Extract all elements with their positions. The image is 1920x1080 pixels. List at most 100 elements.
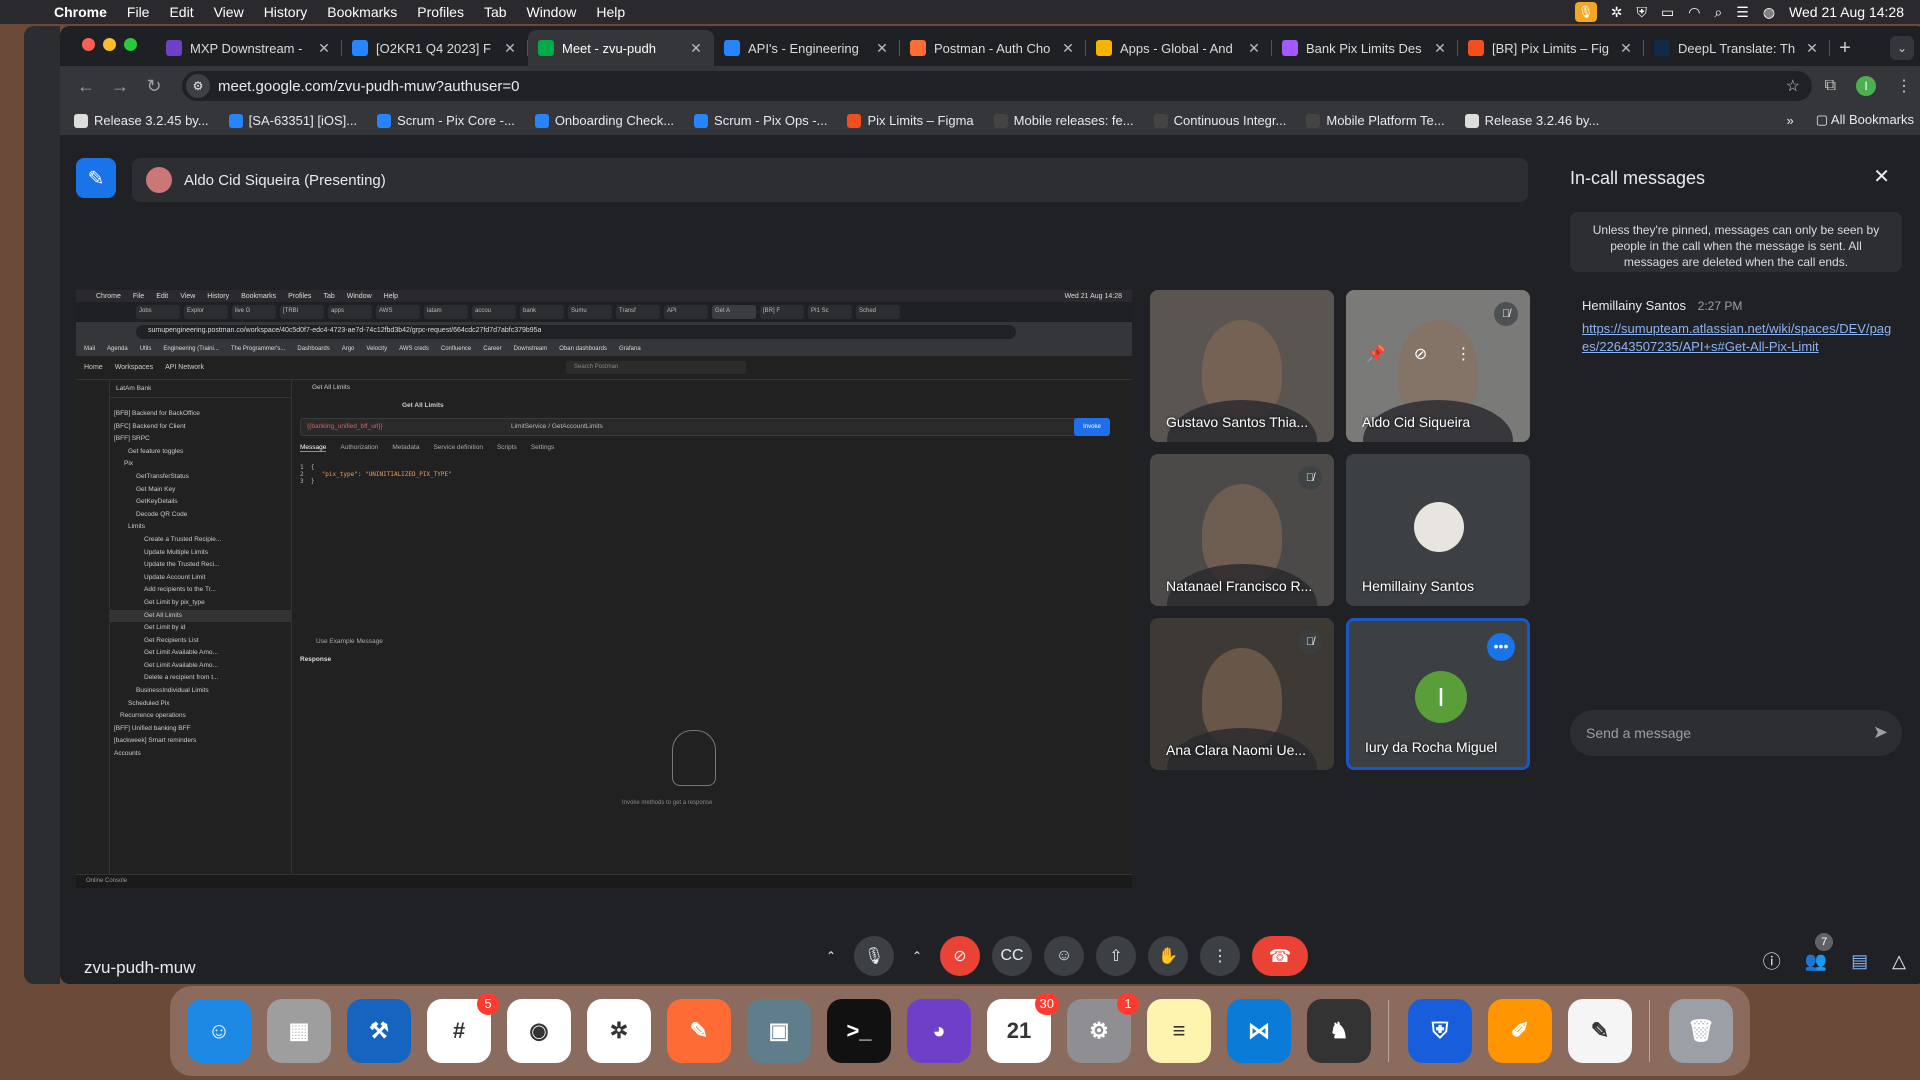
chat-message-input[interactable] — [1586, 725, 1846, 741]
microphone-button[interactable]: 🎙 — [854, 936, 894, 976]
close-tab-icon[interactable]: ✕ — [1060, 40, 1076, 57]
participant-tile[interactable]: 🎙̸ Natanael Francisco R... — [1150, 454, 1334, 606]
siri-icon[interactable]: ◍ — [1763, 4, 1775, 21]
meeting-info-icon[interactable]: ⓘ — [1763, 948, 1781, 974]
dock-app-preview[interactable]: ▣ — [747, 999, 811, 1063]
menu-window[interactable]: Window — [527, 4, 577, 20]
menu-bookmarks[interactable]: Bookmarks — [327, 4, 397, 20]
close-tab-icon[interactable]: ✕ — [688, 40, 704, 57]
minimize-window-button[interactable] — [103, 38, 116, 51]
browser-tab[interactable]: [BR] Pix Limits – Fig ✕ — [1458, 30, 1644, 66]
participant-tile[interactable]: I ••• Iury da Rocha Miguel — [1346, 618, 1530, 770]
close-tab-icon[interactable]: ✕ — [874, 40, 890, 57]
bookmark-item[interactable]: Continuous Integr... — [1153, 113, 1286, 128]
dock-app-finder[interactable]: ☺ — [187, 999, 251, 1063]
participant-tile[interactable]: 📌 ⊘ ⋮ 🎙̸ Aldo Cid Siqueira — [1346, 290, 1530, 442]
battery-icon[interactable]: ▭ — [1661, 4, 1674, 21]
close-tab-icon[interactable]: ✕ — [1804, 40, 1820, 57]
browser-tab[interactable]: MXP Downstream - ✕ — [156, 30, 342, 66]
dock-app-vs-code[interactable]: ⋈ — [1227, 999, 1291, 1063]
menu-profiles[interactable]: Profiles — [417, 4, 464, 20]
extensions-icon[interactable]: ⧉ — [1825, 77, 1836, 95]
camera-off-button[interactable]: ⊘ — [940, 936, 980, 976]
chatgpt-status-icon[interactable]: ✲ — [1611, 4, 1623, 21]
participant-tile[interactable]: Gustavo Santos Thia... — [1150, 290, 1334, 442]
dock-app-calendar[interactable]: 21 30 — [987, 993, 1059, 1063]
apple-icon[interactable] — [20, 4, 36, 20]
bookmark-item[interactable]: Pix Limits – Figma — [847, 113, 974, 128]
close-tab-icon[interactable]: ✕ — [502, 40, 518, 57]
presentation-mode-icon[interactable]: ✎ — [76, 158, 116, 198]
tab-search-button[interactable]: ⌄ — [1890, 36, 1914, 60]
leave-call-button[interactable]: ☎ — [1252, 936, 1308, 976]
menu-app-name[interactable]: Chrome — [54, 4, 107, 20]
browser-tab[interactable]: DeepL Translate: Th ✕ — [1644, 30, 1830, 66]
close-chat-icon[interactable]: ✕ — [1873, 164, 1890, 189]
new-tab-button[interactable]: + — [1830, 30, 1860, 66]
dock-app-system-settings[interactable]: ⚙ 1 — [1067, 993, 1139, 1063]
raise-hand-button[interactable]: ✋ — [1148, 936, 1188, 976]
bookmark-star-icon[interactable]: ☆ — [1786, 76, 1800, 96]
menu-help[interactable]: Help — [596, 4, 625, 20]
zoom-window-button[interactable] — [124, 38, 137, 51]
message-link[interactable]: https://sumupteam.atlassian.net/wiki/spa… — [1582, 320, 1892, 356]
dock-app-terminal[interactable]: >_ — [827, 999, 891, 1063]
browser-tab[interactable]: API's - Engineering ✕ — [714, 30, 900, 66]
dock-app-pages[interactable]: ✐ — [1488, 999, 1552, 1063]
menu-edit[interactable]: Edit — [169, 4, 193, 20]
emoji-reaction-button[interactable]: ☺ — [1044, 936, 1084, 976]
back-button[interactable]: ← — [74, 74, 98, 98]
more-options-icon[interactable]: ••• — [1487, 633, 1515, 661]
dock-app-chatgpt[interactable]: ✲ — [587, 999, 651, 1063]
browser-tab[interactable]: Postman - Auth Cho ✕ — [900, 30, 1086, 66]
bookmark-item[interactable]: Release 3.2.46 by... — [1464, 113, 1599, 128]
mute-participant-icon[interactable]: ⊘ — [1414, 344, 1427, 364]
participant-tile[interactable]: 🎙̸ Ana Clara Naomi Ue... — [1150, 618, 1334, 770]
pin-icon[interactable]: 📌 — [1366, 344, 1386, 364]
forward-button[interactable]: → — [108, 74, 132, 98]
dock-app-pencil[interactable]: ✎ — [667, 999, 731, 1063]
dock-app-bitwarden[interactable]: ⛨ — [1408, 999, 1472, 1063]
bookmark-item[interactable]: Release 3.2.45 by... — [74, 113, 209, 128]
profile-avatar[interactable]: I — [1856, 76, 1876, 96]
reload-button[interactable]: ↻ — [142, 74, 166, 98]
all-bookmarks-folder[interactable]: ▢ All Bookmarks — [1816, 112, 1914, 128]
more-options-button[interactable]: ⋮ — [1200, 936, 1240, 976]
site-info-icon[interactable]: ⚙ — [186, 74, 210, 98]
address-bar[interactable]: ⚙ meet.google.com/zvu-pudh-muw?authuser=… — [182, 71, 1812, 101]
wifi-icon[interactable]: ◠ — [1688, 4, 1700, 21]
bookmark-item[interactable]: Onboarding Check... — [534, 113, 674, 128]
dock-app-notes[interactable]: ≡ — [1147, 999, 1211, 1063]
browser-tab[interactable]: Meet - zvu-pudh ✕ — [528, 30, 714, 66]
menu-file[interactable]: File — [127, 4, 150, 20]
dock-app-trash[interactable]: 🗑 — [1669, 999, 1733, 1063]
video-options-chevron-icon[interactable]: ⌃ — [906, 936, 928, 976]
bookmark-item[interactable]: Scrum - Pix Ops -... — [694, 113, 827, 128]
close-tab-icon[interactable]: ✕ — [1432, 40, 1448, 57]
tile-more-icon[interactable]: ⋮ — [1455, 344, 1471, 364]
audio-options-chevron-icon[interactable]: ⌃ — [820, 936, 842, 976]
menu-clock[interactable]: Wed 21 Aug 14:28 — [1789, 4, 1904, 20]
activities-icon[interactable]: △ — [1892, 951, 1906, 972]
close-tab-icon[interactable]: ✕ — [1246, 40, 1262, 57]
more-bookmarks-icon[interactable]: » — [1787, 113, 1794, 128]
menu-history[interactable]: History — [264, 4, 308, 20]
dock-app-slack[interactable]: #5 — [427, 993, 499, 1063]
chat-icon[interactable]: ▤ — [1851, 951, 1868, 972]
dock-app-github-desktop[interactable]: ◕ — [907, 999, 971, 1063]
send-message-icon[interactable]: ➤ — [1873, 722, 1888, 743]
bookmark-item[interactable]: Mobile releases: fe... — [993, 113, 1134, 128]
menu-tab[interactable]: Tab — [484, 4, 507, 20]
browser-tab[interactable]: [O2KR1 Q4 2023] F ✕ — [342, 30, 528, 66]
close-tab-icon[interactable]: ✕ — [316, 40, 332, 57]
bookmark-item[interactable]: Scrum - Pix Core -... — [377, 113, 515, 128]
present-screen-button[interactable]: ⇧ — [1096, 936, 1136, 976]
close-window-button[interactable] — [82, 38, 95, 51]
browser-tab[interactable]: Apps - Global - And ✕ — [1086, 30, 1272, 66]
spotlight-search-icon[interactable]: ⌕ — [1714, 4, 1722, 21]
chrome-menu-icon[interactable]: ⋮ — [1896, 76, 1912, 96]
dock-app-xcode[interactable]: ⚒ — [347, 999, 411, 1063]
participant-tile[interactable]: Hemillainy Santos — [1346, 454, 1530, 606]
menu-view[interactable]: View — [214, 4, 244, 20]
shield-status-icon[interactable]: ⛨ — [1636, 4, 1647, 21]
